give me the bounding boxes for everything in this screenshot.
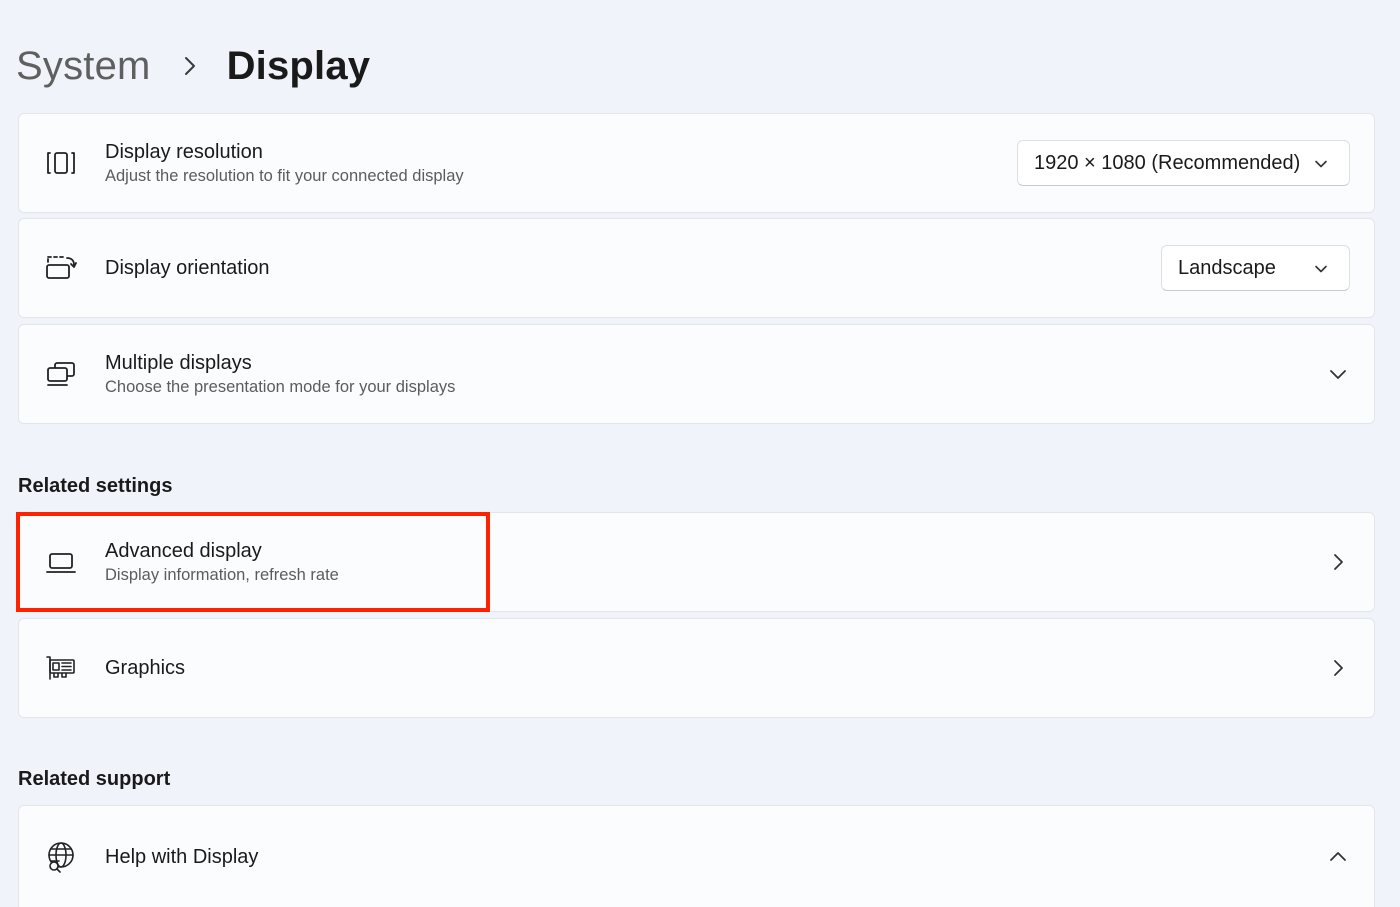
display-resolution-title: Display resolution [105, 141, 263, 163]
advanced-display-card[interactable]: Advanced display Display information, re… [18, 512, 1375, 612]
multiple-displays-subtitle: Choose the presentation mode for your di… [105, 378, 456, 396]
resolution-dropdown-value: 1920 × 1080 (Recommended) [1034, 151, 1301, 174]
breadcrumb: System Display [16, 38, 370, 94]
laptop-icon [45, 546, 77, 578]
chevron-down-icon[interactable] [1328, 364, 1348, 384]
help-with-display-card[interactable]: Help with Display [18, 805, 1375, 907]
multiple-displays-card[interactable]: Multiple displays Choose the presentatio… [18, 324, 1375, 424]
related-settings-heading: Related settings [18, 475, 173, 497]
chevron-up-icon[interactable] [1328, 847, 1348, 867]
advanced-display-subtitle: Display information, refresh rate [105, 566, 339, 584]
orientation-dropdown[interactable]: Landscape [1161, 245, 1350, 291]
graphics-card[interactable]: Graphics [18, 618, 1375, 718]
multiple-displays-title: Multiple displays [105, 352, 252, 374]
resolution-dropdown[interactable]: 1920 × 1080 (Recommended) [1017, 140, 1350, 186]
chevron-right-icon[interactable] [1328, 552, 1348, 572]
chevron-down-icon [1313, 260, 1329, 276]
page-title: Display [226, 43, 371, 88]
graphics-title: Graphics [105, 657, 186, 679]
related-support-heading: Related support [18, 768, 171, 790]
help-with-display-title: Help with Display [105, 846, 259, 868]
breadcrumb-system-link[interactable]: System [16, 44, 151, 89]
chevron-right-icon[interactable] [1328, 658, 1348, 678]
chevron-down-icon [1313, 155, 1329, 171]
display-orientation-title: Display orientation [105, 257, 270, 279]
orientation-icon [45, 252, 77, 284]
chevron-right-icon [173, 46, 207, 86]
resolution-icon [45, 147, 77, 179]
display-resolution-subtitle: Adjust the resolution to fit your connec… [105, 167, 464, 185]
multiple-displays-icon [45, 358, 77, 390]
display-resolution-card: Display resolution Adjust the resolution… [18, 113, 1375, 213]
graphics-card-icon [45, 652, 77, 684]
advanced-display-title: Advanced display [105, 540, 262, 562]
orientation-dropdown-value: Landscape [1178, 256, 1276, 279]
globe-search-icon [45, 841, 77, 873]
display-orientation-card: Display orientation Landscape [18, 218, 1375, 318]
